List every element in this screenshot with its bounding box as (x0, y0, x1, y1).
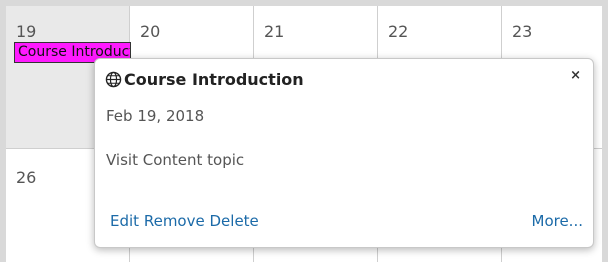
globe-icon (105, 71, 122, 87)
event-actions: Edit Remove Delete (110, 212, 259, 230)
remove-link[interactable]: Remove (144, 212, 205, 230)
event-date: Feb 19, 2018 (106, 107, 205, 125)
event-description: Visit Content topic (106, 151, 245, 169)
event-details-popup: Course Introduction × Feb 19, 2018 Visit… (94, 58, 594, 248)
close-button[interactable]: × (570, 67, 581, 85)
day-number: 26 (16, 168, 37, 187)
popup-title: Course Introduction (124, 69, 304, 89)
popup-header: Course Introduction (105, 68, 304, 90)
day-number: 19 (16, 22, 37, 41)
edit-link[interactable]: Edit (110, 212, 139, 230)
day-number: 20 (140, 22, 161, 41)
day-number: 21 (264, 22, 285, 41)
delete-link[interactable]: Delete (210, 212, 259, 230)
more-link[interactable]: More... (532, 212, 584, 230)
day-number: 23 (512, 22, 533, 41)
day-number: 22 (388, 22, 409, 41)
